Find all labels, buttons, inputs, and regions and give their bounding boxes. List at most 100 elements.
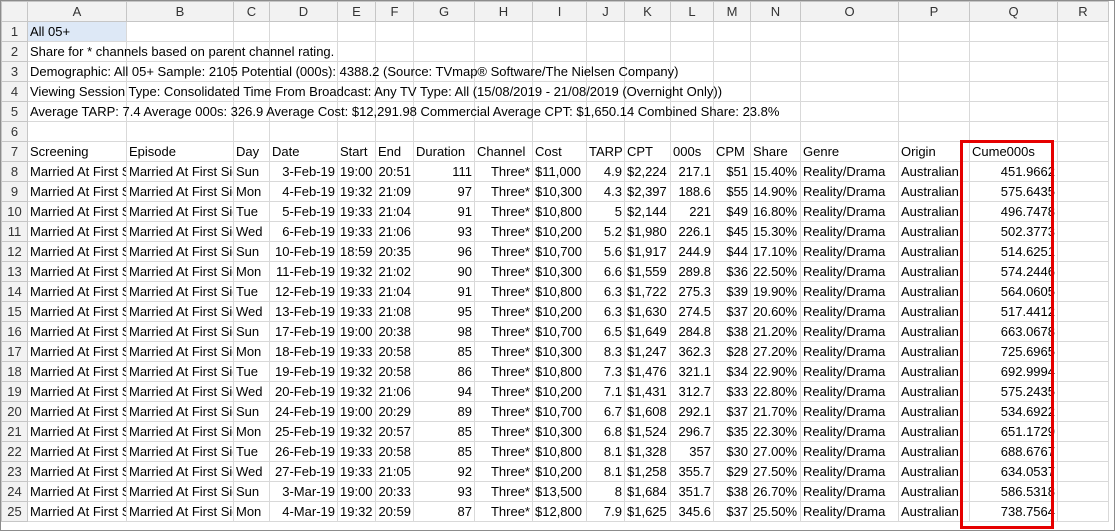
cell-f21[interactable]: 20:57 <box>375 421 414 442</box>
cell-a4[interactable]: Viewing Session Type: Consolidated Time … <box>27 81 722 102</box>
cell-a1[interactable]: All 05+ <box>27 21 127 42</box>
cell-j7[interactable]: TARP <box>586 141 625 162</box>
empty-cell[interactable] <box>474 121 533 142</box>
column-header-f[interactable]: F <box>375 1 414 22</box>
cell-m23[interactable]: $29 <box>713 461 751 482</box>
empty-cell[interactable] <box>969 81 1058 102</box>
cell-j24[interactable]: 8 <box>586 481 625 502</box>
cell-l13[interactable]: 289.8 <box>670 261 714 282</box>
empty-cell[interactable] <box>1057 41 1109 62</box>
cell-g20[interactable]: 89 <box>413 401 475 422</box>
cell-k10[interactable]: $2,144 <box>624 201 671 222</box>
cell-i18[interactable]: $10,800 <box>532 361 587 382</box>
cell-k13[interactable]: $1,559 <box>624 261 671 282</box>
select-all-corner[interactable] <box>1 1 28 22</box>
cell-i17[interactable]: $10,300 <box>532 341 587 362</box>
cell-d16[interactable]: 17-Feb-19 <box>269 321 338 342</box>
column-header-n[interactable]: N <box>750 1 801 22</box>
cell-f15[interactable]: 21:08 <box>375 301 414 322</box>
empty-cell[interactable] <box>800 81 899 102</box>
cell-a8[interactable]: Married At First Sight <box>27 161 127 182</box>
empty-cell[interactable] <box>126 21 234 42</box>
cell-i7[interactable]: Cost <box>532 141 587 162</box>
empty-cell[interactable] <box>969 41 1058 62</box>
cell-e19[interactable]: 19:32 <box>337 381 376 402</box>
empty-cell[interactable] <box>713 21 751 42</box>
cell-c11[interactable]: Wed <box>233 221 270 242</box>
cell-a12[interactable]: Married At First Sight <box>27 241 127 262</box>
column-header-d[interactable]: D <box>269 1 338 22</box>
cell-p9[interactable]: Australian <box>898 181 970 202</box>
cell-g15[interactable]: 95 <box>413 301 475 322</box>
cell-b7[interactable]: Episode <box>126 141 234 162</box>
cell-j11[interactable]: 5.2 <box>586 221 625 242</box>
cell-c15[interactable]: Wed <box>233 301 270 322</box>
cell-d18[interactable]: 19-Feb-19 <box>269 361 338 382</box>
cell-d10[interactable]: 5-Feb-19 <box>269 201 338 222</box>
cell-d17[interactable]: 18-Feb-19 <box>269 341 338 362</box>
column-header-o[interactable]: O <box>800 1 899 22</box>
cell-j22[interactable]: 8.1 <box>586 441 625 462</box>
cell-b21[interactable]: Married At First Sight <box>126 421 234 442</box>
row-header[interactable]: 11 <box>1 221 28 242</box>
cell-i10[interactable]: $10,800 <box>532 201 587 222</box>
empty-cell[interactable] <box>969 121 1058 142</box>
cell-n16[interactable]: 21.20% <box>750 321 801 342</box>
cell-h17[interactable]: Three* <box>474 341 533 362</box>
row-header[interactable]: 22 <box>1 441 28 462</box>
cell-j16[interactable]: 6.5 <box>586 321 625 342</box>
cell-e15[interactable]: 19:33 <box>337 301 376 322</box>
empty-cell[interactable] <box>586 121 625 142</box>
empty-cell[interactable] <box>898 101 970 122</box>
row-header[interactable]: 25 <box>1 501 28 522</box>
empty-cell[interactable] <box>898 41 970 62</box>
cell-b17[interactable]: Married At First Sight <box>126 341 234 362</box>
cell-o22[interactable]: Reality/Drama <box>800 441 899 462</box>
cell-o21[interactable]: Reality/Drama <box>800 421 899 442</box>
cell-o18[interactable]: Reality/Drama <box>800 361 899 382</box>
cell-n12[interactable]: 17.10% <box>750 241 801 262</box>
cell-f22[interactable]: 20:58 <box>375 441 414 462</box>
cell-f12[interactable]: 20:35 <box>375 241 414 262</box>
cell-g11[interactable]: 93 <box>413 221 475 242</box>
cell-g9[interactable]: 97 <box>413 181 475 202</box>
cell-n9[interactable]: 14.90% <box>750 181 801 202</box>
empty-cell[interactable] <box>1057 101 1109 122</box>
cell-p19[interactable]: Australian <box>898 381 970 402</box>
empty-cell[interactable] <box>800 41 899 62</box>
cell-j23[interactable]: 8.1 <box>586 461 625 482</box>
cell-q9[interactable]: 575.6435 <box>969 181 1058 202</box>
cell-o17[interactable]: Reality/Drama <box>800 341 899 362</box>
cell-l15[interactable]: 274.5 <box>670 301 714 322</box>
cell-q12[interactable]: 514.6251 <box>969 241 1058 262</box>
cell-p10[interactable]: Australian <box>898 201 970 222</box>
cell-n19[interactable]: 22.80% <box>750 381 801 402</box>
cell-d7[interactable]: Date <box>269 141 338 162</box>
cell-e16[interactable]: 19:00 <box>337 321 376 342</box>
cell-l9[interactable]: 188.6 <box>670 181 714 202</box>
cell-m24[interactable]: $38 <box>713 481 751 502</box>
cell-e7[interactable]: Start <box>337 141 376 162</box>
cell-e8[interactable]: 19:00 <box>337 161 376 182</box>
cell-p16[interactable]: Australian <box>898 321 970 342</box>
cell-p11[interactable]: Australian <box>898 221 970 242</box>
cell-d23[interactable]: 27-Feb-19 <box>269 461 338 482</box>
cell-r22[interactable] <box>1057 441 1109 462</box>
row-header[interactable]: 10 <box>1 201 28 222</box>
cell-k17[interactable]: $1,247 <box>624 341 671 362</box>
cell-g19[interactable]: 94 <box>413 381 475 402</box>
cell-k9[interactable]: $2,397 <box>624 181 671 202</box>
cell-o11[interactable]: Reality/Drama <box>800 221 899 242</box>
cell-g13[interactable]: 90 <box>413 261 475 282</box>
empty-cell[interactable] <box>413 21 475 42</box>
cell-h7[interactable]: Channel <box>474 141 533 162</box>
cell-d13[interactable]: 11-Feb-19 <box>269 261 338 282</box>
cell-p23[interactable]: Australian <box>898 461 970 482</box>
cell-p14[interactable]: Australian <box>898 281 970 302</box>
cell-m18[interactable]: $34 <box>713 361 751 382</box>
cell-n20[interactable]: 21.70% <box>750 401 801 422</box>
cell-h15[interactable]: Three* <box>474 301 533 322</box>
cell-c7[interactable]: Day <box>233 141 270 162</box>
cell-p25[interactable]: Australian <box>898 501 970 522</box>
cell-i22[interactable]: $10,800 <box>532 441 587 462</box>
